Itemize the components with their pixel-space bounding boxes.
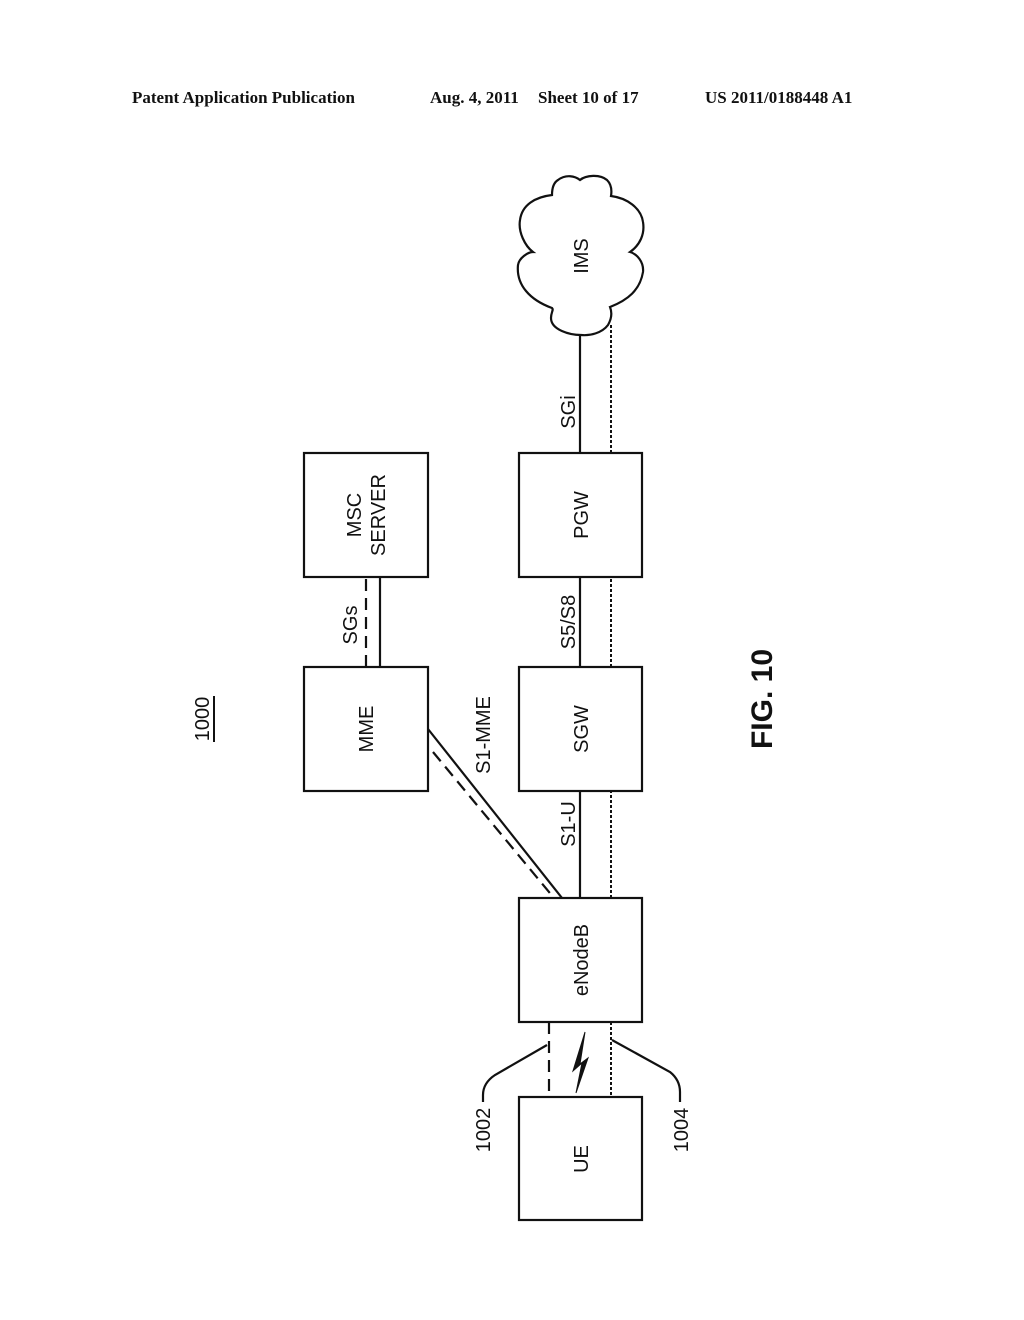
msc-server-box (302, 451, 430, 579)
pgw-label: PGW (571, 491, 593, 539)
sgi-label: SGi (558, 395, 580, 428)
enodeb-label: eNodeB (571, 924, 593, 996)
s5s8-label: S5/S8 (558, 595, 580, 649)
figure-caption: FIG. 10 (746, 649, 779, 749)
sgw-label: SGW (571, 705, 593, 753)
figure-ref-number: 1000 (192, 697, 214, 742)
msc-server-label-line1: MSC (344, 493, 366, 537)
ims-label: IMS (571, 238, 593, 274)
s1u-label: S1-U (558, 801, 580, 847)
network-diagram: UE eNodeB SGW PGW IMS MME MSC SERVER S1-… (192, 174, 779, 1222)
s1mme-label: S1-MME (473, 696, 495, 774)
mme-label: MME (356, 706, 378, 753)
lightning-icon (571, 1031, 589, 1094)
sgs-label: SGs (340, 606, 362, 645)
callout-1004: 1004 (671, 1108, 693, 1153)
callout-1002: 1002 (473, 1108, 495, 1153)
callout-1004-leader (611, 1039, 682, 1102)
msc-server-label-line2: SERVER (368, 474, 390, 556)
ue-label: UE (571, 1145, 593, 1173)
s1mme-solid-line (427, 728, 563, 899)
callout-1002-leader (481, 1044, 548, 1102)
